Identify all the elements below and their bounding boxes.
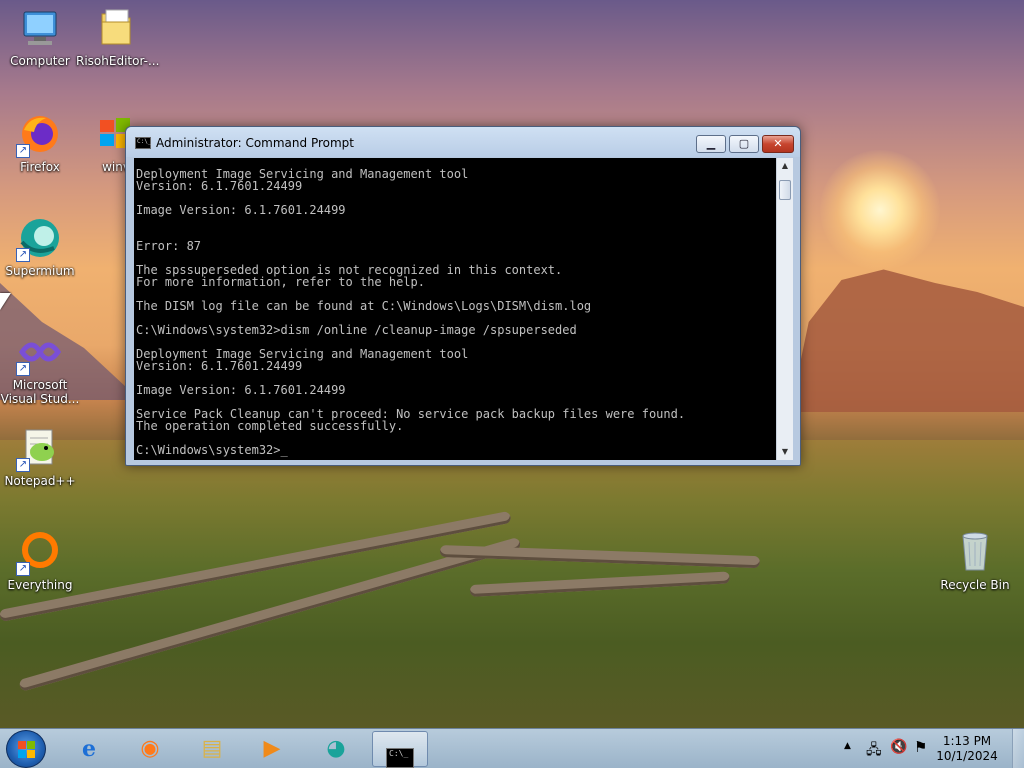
vertical-scrollbar[interactable]: ▲ ▼: [776, 158, 793, 460]
action-center-flag-icon[interactable]: ⚑: [914, 738, 927, 768]
console-output[interactable]: Deployment Image Servicing and Managemen…: [134, 158, 776, 460]
volume-muted-icon[interactable]: 🔇: [890, 739, 907, 768]
supermium-icon: ↗: [16, 216, 62, 262]
internet-explorer-icon[interactable]: e: [64, 731, 114, 767]
wallpaper-sun: [820, 150, 940, 270]
console-line: Error: 87: [136, 239, 202, 253]
command-prompt-icon: C:\_: [135, 137, 151, 149]
desktop-icon-recycle-bin[interactable]: Recycle Bin: [935, 530, 1015, 592]
shortcut-arrow-icon: ↗: [16, 362, 30, 376]
desktop-icon-label: Supermium: [5, 264, 75, 278]
clock-time: 1:13 PM: [942, 734, 992, 748]
folder-icon: [94, 6, 138, 50]
console-line: The DISM log file can be found at C:\Win…: [136, 299, 592, 313]
minimize-button[interactable]: ▁: [696, 135, 726, 153]
console-line: Version: 6.1.7601.24499: [136, 359, 303, 373]
desktop-icon-notepadpp[interactable]: ↗ Notepad++: [0, 426, 80, 488]
taskbar: e ◉ ▤ ▶ ◕ C:\_ ▲ 🖧 🔇 ⚑ 1:13 PM 10/1/2024: [0, 728, 1024, 768]
scroll-down-arrow-icon[interactable]: ▼: [777, 444, 793, 460]
file-explorer-icon[interactable]: ▤: [187, 731, 237, 767]
desktop-icon-supermium[interactable]: ↗ Supermium: [0, 216, 80, 278]
desktop-icon-visual-studio[interactable]: ↗ Microsoft Visual Stud...: [0, 330, 80, 406]
mouse-cursor-icon: [0, 293, 11, 310]
scrollbar-thumb[interactable]: [779, 180, 791, 200]
desktop-icon-label: Recycle Bin: [940, 578, 1010, 592]
window-titlebar[interactable]: C:\_ Administrator: Command Prompt ▁ ▢ ✕: [126, 127, 800, 157]
close-button[interactable]: ✕: [762, 135, 794, 153]
shortcut-arrow-icon: ↗: [16, 458, 30, 472]
firefox-icon: ↗: [16, 112, 62, 158]
visual-studio-icon: ↗: [16, 330, 62, 376]
scroll-up-arrow-icon[interactable]: ▲: [777, 158, 793, 174]
windows-logo-icon: [18, 741, 36, 759]
notepadpp-icon: ↗: [16, 426, 62, 472]
shortcut-arrow-icon: ↗: [16, 144, 30, 158]
show-hidden-icons-icon[interactable]: ▲: [844, 741, 851, 768]
desktop-icon-firefox[interactable]: ↗ Firefox: [0, 112, 80, 174]
desktop-icon-label: Notepad++: [4, 474, 76, 488]
desktop-icon-computer[interactable]: Computer: [0, 6, 80, 68]
supermium-icon[interactable]: ◕: [311, 731, 361, 767]
show-desktop-button[interactable]: [1012, 729, 1024, 768]
command-prompt-window[interactable]: C:\_ Administrator: Command Prompt ▁ ▢ ✕…: [125, 126, 801, 466]
system-clock[interactable]: 1:13 PM 10/1/2024: [932, 734, 1002, 764]
everything-icon: ↗: [16, 530, 62, 576]
console-line: Image Version: 6.1.7601.24499: [136, 203, 346, 217]
wallpaper-mountain: [790, 269, 1024, 412]
console-line: For more information, refer to the help.: [136, 275, 425, 289]
desktop-icon-label: RisohEditor-...: [76, 54, 160, 68]
computer-icon: [18, 6, 62, 50]
console-line: Version: 6.1.7601.24499: [136, 179, 303, 193]
media-player-icon[interactable]: ▶: [247, 731, 297, 767]
clock-date: 10/1/2024: [936, 749, 998, 763]
taskbar-command-prompt-button[interactable]: C:\_: [372, 731, 428, 768]
desktop-icon-label: Firefox: [20, 160, 60, 174]
desktop-icon-everything[interactable]: ↗ Everything: [0, 530, 80, 592]
start-button[interactable]: [6, 730, 46, 768]
shortcut-arrow-icon: ↗: [16, 562, 30, 576]
desktop-icon-label: Computer: [10, 54, 70, 68]
command-prompt-icon: C:\_: [386, 748, 414, 768]
desktop-icon-label: Everything: [7, 578, 73, 592]
desktop-icon-label: Microsoft Visual Stud...: [0, 378, 80, 406]
maximize-button[interactable]: ▢: [729, 135, 759, 153]
firefox-icon[interactable]: ◉: [125, 731, 175, 767]
recycle-bin-icon: [953, 530, 997, 574]
network-icon[interactable]: 🖧: [866, 739, 882, 768]
console-line: C:\Windows\system32>_: [136, 443, 288, 457]
console-line: C:\Windows\system32>dism /online /cleanu…: [136, 323, 577, 337]
console-line: The operation completed successfully.: [136, 419, 404, 433]
desktop-icon-risoheditor[interactable]: RisohEditor-...: [76, 6, 160, 68]
console-line: Image Version: 6.1.7601.24499: [136, 383, 346, 397]
window-title: Administrator: Command Prompt: [156, 136, 354, 150]
shortcut-arrow-icon: ↗: [16, 248, 30, 262]
